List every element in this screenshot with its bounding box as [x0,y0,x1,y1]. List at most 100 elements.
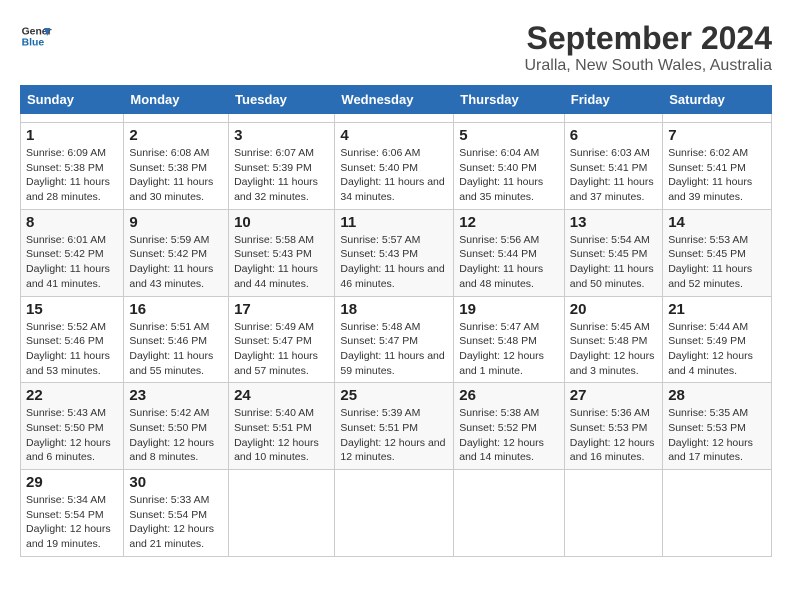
day-number: 18 [340,301,448,318]
day-info: Sunrise: 5:53 AMSunset: 5:45 PMDaylight:… [668,233,766,292]
day-number: 20 [570,301,657,318]
day-cell: 29 Sunrise: 5:34 AMSunset: 5:54 PMDayligh… [21,470,124,557]
day-number: 5 [459,127,559,144]
day-number: 17 [234,301,329,318]
day-info: Sunrise: 5:44 AMSunset: 5:49 PMDaylight:… [668,320,766,379]
week-row-2: 1 Sunrise: 6:09 AMSunset: 5:38 PMDaylight… [21,123,772,210]
day-info: Sunrise: 5:34 AMSunset: 5:54 PMDaylight:… [26,493,118,552]
day-info: Sunrise: 5:56 AMSunset: 5:44 PMDaylight:… [459,233,559,292]
day-cell [335,114,454,123]
day-info: Sunrise: 5:57 AMSunset: 5:43 PMDaylight:… [340,233,448,292]
day-cell [663,470,772,557]
week-row-3: 8 Sunrise: 6:01 AMSunset: 5:42 PMDaylight… [21,209,772,296]
day-header-sunday: Sunday [21,86,124,114]
day-number: 29 [26,474,118,491]
day-info: Sunrise: 5:36 AMSunset: 5:53 PMDaylight:… [570,406,657,465]
day-info: Sunrise: 6:04 AMSunset: 5:40 PMDaylight:… [459,146,559,205]
day-cell [229,470,335,557]
day-info: Sunrise: 5:35 AMSunset: 5:53 PMDaylight:… [668,406,766,465]
week-row-6: 29 Sunrise: 5:34 AMSunset: 5:54 PMDayligh… [21,470,772,557]
day-info: Sunrise: 5:38 AMSunset: 5:52 PMDaylight:… [459,406,559,465]
day-cell [454,114,565,123]
logo: General Blue [20,20,52,52]
day-cell: 3Sunrise: 6:07 AMSunset: 5:39 PMDaylight… [229,123,335,210]
day-cell: 2Sunrise: 6:08 AMSunset: 5:38 PMDaylight… [124,123,229,210]
day-cell: 20 Sunrise: 5:45 AMSunset: 5:48 PMDayligh… [564,296,662,383]
day-info: Sunrise: 5:47 AMSunset: 5:48 PMDaylight:… [459,320,559,379]
day-cell: 5 Sunrise: 6:04 AMSunset: 5:40 PMDaylight… [454,123,565,210]
day-cell: 10Sunrise: 5:58 AMSunset: 5:43 PMDayligh… [229,209,335,296]
day-cell: 11Sunrise: 5:57 AMSunset: 5:43 PMDayligh… [335,209,454,296]
day-number: 13 [570,214,657,231]
day-cell: 30 Sunrise: 5:33 AMSunset: 5:54 PMDayligh… [124,470,229,557]
day-cell: 8 Sunrise: 6:01 AMSunset: 5:42 PMDaylight… [21,209,124,296]
day-info: Sunrise: 5:59 AMSunset: 5:42 PMDaylight:… [129,233,223,292]
day-info: Sunrise: 5:58 AMSunset: 5:43 PMDaylight:… [234,233,329,292]
day-header-saturday: Saturday [663,86,772,114]
day-cell: 12 Sunrise: 5:56 AMSunset: 5:44 PMDayligh… [454,209,565,296]
page-header: General Blue September 2024 Uralla, New … [20,20,772,75]
day-info: Sunrise: 6:03 AMSunset: 5:41 PMDaylight:… [570,146,657,205]
day-number: 28 [668,387,766,404]
day-cell: 6Sunrise: 6:03 AMSunset: 5:41 PMDaylight… [564,123,662,210]
day-cell: 15 Sunrise: 5:52 AMSunset: 5:46 PMDayligh… [21,296,124,383]
day-info: Sunrise: 6:01 AMSunset: 5:42 PMDaylight:… [26,233,118,292]
day-header-monday: Monday [124,86,229,114]
day-number: 2 [129,127,223,144]
day-header-wednesday: Wednesday [335,86,454,114]
day-number: 21 [668,301,766,318]
day-number: 8 [26,214,118,231]
day-cell: 24Sunrise: 5:40 AMSunset: 5:51 PMDayligh… [229,383,335,470]
day-number: 26 [459,387,559,404]
day-info: Sunrise: 5:33 AMSunset: 5:54 PMDaylight:… [129,493,223,552]
day-cell: 22 Sunrise: 5:43 AMSunset: 5:50 PMDayligh… [21,383,124,470]
day-info: Sunrise: 5:49 AMSunset: 5:47 PMDaylight:… [234,320,329,379]
day-cell: 21 Sunrise: 5:44 AMSunset: 5:49 PMDayligh… [663,296,772,383]
day-cell [21,114,124,123]
day-number: 22 [26,387,118,404]
day-cell: 1 Sunrise: 6:09 AMSunset: 5:38 PMDaylight… [21,123,124,210]
day-cell: 7Sunrise: 6:02 AMSunset: 5:41 PMDaylight… [663,123,772,210]
day-info: Sunrise: 5:43 AMSunset: 5:50 PMDaylight:… [26,406,118,465]
day-info: Sunrise: 5:42 AMSunset: 5:50 PMDaylight:… [129,406,223,465]
day-info: Sunrise: 6:09 AMSunset: 5:38 PMDaylight:… [26,146,118,205]
day-cell [663,114,772,123]
week-row-1 [21,114,772,123]
day-cell: 28 Sunrise: 5:35 AMSunset: 5:53 PMDayligh… [663,383,772,470]
day-cell [454,470,565,557]
day-number: 1 [26,127,118,144]
day-info: Sunrise: 6:02 AMSunset: 5:41 PMDaylight:… [668,146,766,205]
day-cell: 13 Sunrise: 5:54 AMSunset: 5:45 PMDayligh… [564,209,662,296]
day-number: 23 [129,387,223,404]
day-info: Sunrise: 5:40 AMSunset: 5:51 PMDaylight:… [234,406,329,465]
header-row: SundayMondayTuesdayWednesdayThursdayFrid… [21,86,772,114]
logo-icon: General Blue [20,20,52,52]
day-cell: 4 Sunrise: 6:06 AMSunset: 5:40 PMDaylight… [335,123,454,210]
day-cell: 9 Sunrise: 5:59 AMSunset: 5:42 PMDaylight… [124,209,229,296]
day-cell: 25Sunrise: 5:39 AMSunset: 5:51 PMDayligh… [335,383,454,470]
day-info: Sunrise: 5:51 AMSunset: 5:46 PMDaylight:… [129,320,223,379]
day-cell: 14Sunrise: 5:53 AMSunset: 5:45 PMDayligh… [663,209,772,296]
day-number: 16 [129,301,223,318]
day-cell: 26 Sunrise: 5:38 AMSunset: 5:52 PMDayligh… [454,383,565,470]
day-number: 4 [340,127,448,144]
day-info: Sunrise: 5:39 AMSunset: 5:51 PMDaylight:… [340,406,448,465]
month-title: September 2024 [524,20,772,57]
day-number: 9 [129,214,223,231]
location-subtitle: Uralla, New South Wales, Australia [524,57,772,75]
calendar-table: SundayMondayTuesdayWednesdayThursdayFrid… [20,85,772,557]
day-cell: 16 Sunrise: 5:51 AMSunset: 5:46 PMDayligh… [124,296,229,383]
day-cell [564,114,662,123]
day-info: Sunrise: 6:06 AMSunset: 5:40 PMDaylight:… [340,146,448,205]
day-number: 19 [459,301,559,318]
day-number: 30 [129,474,223,491]
title-block: September 2024 Uralla, New South Wales, … [524,20,772,75]
day-cell: 18Sunrise: 5:48 AMSunset: 5:47 PMDayligh… [335,296,454,383]
day-info: Sunrise: 5:52 AMSunset: 5:46 PMDaylight:… [26,320,118,379]
day-info: Sunrise: 6:07 AMSunset: 5:39 PMDaylight:… [234,146,329,205]
day-number: 15 [26,301,118,318]
day-number: 12 [459,214,559,231]
week-row-4: 15 Sunrise: 5:52 AMSunset: 5:46 PMDayligh… [21,296,772,383]
day-info: Sunrise: 5:54 AMSunset: 5:45 PMDaylight:… [570,233,657,292]
day-info: Sunrise: 5:45 AMSunset: 5:48 PMDaylight:… [570,320,657,379]
